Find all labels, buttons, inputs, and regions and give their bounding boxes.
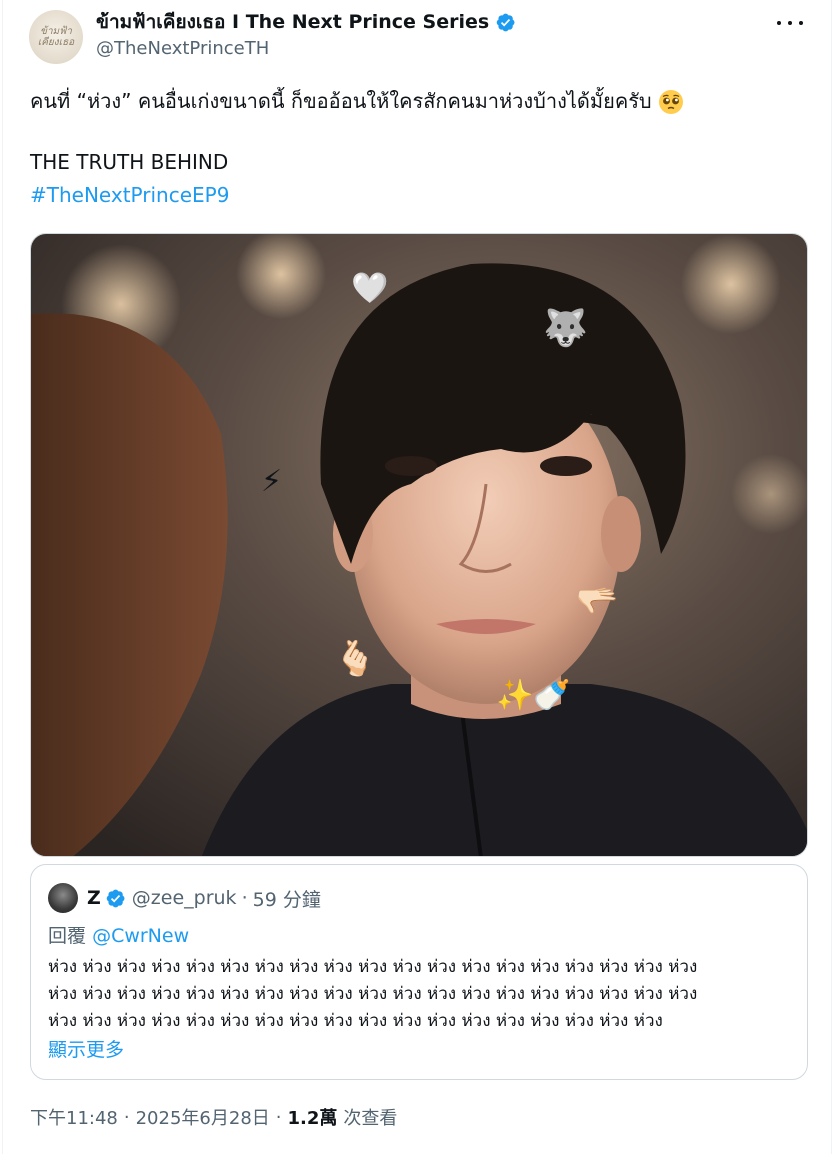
author-handle[interactable]: @TheNextPrinceTH	[96, 38, 269, 59]
quoted-author-avatar[interactable]	[48, 883, 78, 913]
author-name-row: ข้ามฟ้าเคียงเธอ I The Next Prince Series	[96, 10, 516, 34]
quoted-tweet-text: ห่วง ห่วง ห่วง ห่วง ห่วง ห่วง ห่วง ห่วง …	[48, 954, 798, 1035]
author-display-name[interactable]: ข้ามฟ้าเคียงเธอ I The Next Prince Series	[96, 7, 489, 37]
reply-mention-link[interactable]: @CwrNew	[92, 925, 189, 947]
dot-icon	[777, 21, 781, 25]
view-count: 1.2萬	[287, 1108, 338, 1129]
dot-icon	[788, 21, 792, 25]
quoted-text-line: ห่วง ห่วง ห่วง ห่วง ห่วง ห่วง ห่วง ห่วง …	[48, 1011, 663, 1031]
wolf-sticker: 🐺	[543, 308, 588, 349]
tweet-text: คนที่ “ห่วง” คนอื่นเก่งขนาดนี้ ก็ขออ้อนใ…	[30, 85, 810, 118]
pleading-face-icon	[658, 89, 683, 114]
separator-dot: ·	[241, 887, 248, 909]
tweet-container: ข้ามฟ้า เคียงเธอ ข้ามฟ้าเคียงเธอ I The N…	[2, 0, 832, 1154]
verified-badge-icon	[105, 888, 126, 909]
lightning-sticker: ⚡	[261, 464, 283, 499]
tweet-line1-text: คนที่ “ห่วง” คนอื่นเก่งขนาดนี้ ก็ขออ้อนใ…	[30, 89, 652, 113]
dot-icon	[799, 21, 803, 25]
quoted-text-line: ห่วง ห่วง ห่วง ห่วง ห่วง ห่วง ห่วง ห่วง …	[48, 957, 698, 977]
quoted-text-line: ห่วง ห่วง ห่วง ห่วง ห่วง ห่วง ห่วง ห่วง …	[48, 984, 698, 1004]
reply-prefix: 回覆	[48, 925, 87, 947]
white-heart-sticker: 🤍	[351, 271, 389, 306]
quoted-author-handle[interactable]: @zee_pruk	[132, 887, 237, 909]
avatar-logo-line2: เคียงเธอ	[37, 37, 75, 48]
tweet-line1: คนที่ “ห่วง” คนอื่นเก่งขนาดนี้ ก็ขออ้อนใ…	[30, 85, 810, 118]
separator-dot: ·	[275, 1106, 282, 1128]
author-avatar[interactable]: ข้ามฟ้า เคียงเธอ	[29, 10, 83, 64]
verified-badge-icon	[495, 12, 516, 33]
photo-illustration	[31, 234, 807, 856]
palm-down-hand-sticker: 🫳🏻	[576, 581, 619, 621]
quoted-timestamp[interactable]: 59 分鐘	[253, 885, 321, 912]
quoted-author-name[interactable]: Z	[87, 887, 101, 909]
sparkles-bottle-sticker: ✨🍼	[496, 678, 571, 713]
avatar-logo-line1: ข้ามฟ้า	[40, 26, 72, 37]
hashtag-link[interactable]: #TheNextPrinceEP9	[30, 183, 229, 207]
tweet-image[interactable]: 🤍 🐺 ⚡ 🫰🏻 🫳🏻 ✨🍼	[30, 233, 808, 857]
tweet-title: THE TRUTH BEHIND	[30, 150, 229, 174]
separator-dot: ·	[123, 1106, 130, 1128]
tweet-metadata: 下午11:48 · 2025年6月28日 · 1.2萬 次查看	[30, 1104, 397, 1130]
hand-heart-sticker: 🫰🏻	[334, 639, 377, 679]
quoted-tweet[interactable]: Z @zee_pruk · 59 分鐘 回覆 @CwrNew ห่วง ห่วง…	[30, 864, 808, 1080]
more-options-button[interactable]	[777, 12, 803, 34]
tweet-time[interactable]: 下午11:48	[30, 1104, 118, 1130]
reply-context: 回覆 @CwrNew	[48, 921, 189, 948]
show-more-link[interactable]: 顯示更多	[48, 1035, 124, 1062]
avatar-logo-text: ข้ามฟ้า เคียงเธอ	[38, 26, 74, 48]
view-count-label: 次查看	[343, 1108, 398, 1129]
quoted-header: Z @zee_pruk · 59 分鐘	[87, 884, 321, 912]
tweet-date[interactable]: 2025年6月28日	[136, 1104, 270, 1130]
